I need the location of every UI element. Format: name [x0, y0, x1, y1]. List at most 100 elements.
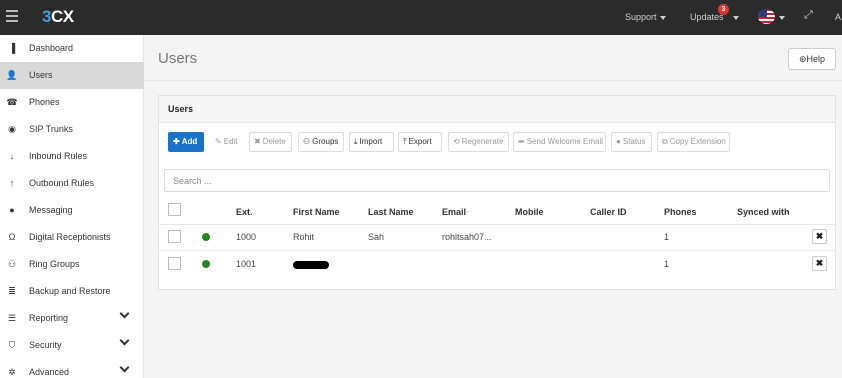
- add-button[interactable]: ✚ Add: [168, 132, 204, 152]
- regenerate-button[interactable]: ⟲ Regenerate: [448, 132, 509, 152]
- copy-extension-label: Copy Extension: [669, 137, 726, 146]
- cell-first-name: Rohit: [293, 232, 315, 242]
- export-label: Export: [408, 137, 432, 146]
- menu-icon[interactable]: [6, 10, 18, 24]
- column-header-email[interactable]: Email: [442, 207, 466, 217]
- user-menu[interactable]: A: [835, 12, 841, 22]
- sidebar-item-label: Inbound Rules: [29, 151, 88, 161]
- share-icon: ➦: [518, 137, 525, 146]
- language-flag-icon[interactable]: [758, 9, 775, 24]
- sidebar-item-label: Messaging: [29, 205, 73, 215]
- sidebar-item-users[interactable]: 👤 Users: [0, 62, 144, 89]
- column-header-ext[interactable]: Ext.: [236, 207, 253, 217]
- select-all-checkbox[interactable]: [168, 203, 181, 216]
- group-icon: ⚇: [7, 259, 17, 269]
- cell-phones: 1: [664, 259, 670, 269]
- cell-ext: 1001: [236, 259, 257, 269]
- redacted-name: [293, 261, 329, 269]
- sidebar-item-ring-groups[interactable]: ⚇ Ring Groups: [0, 251, 144, 278]
- panel-title: Users: [168, 104, 194, 114]
- chevron-down-icon: [119, 308, 130, 319]
- status-label: Status: [622, 137, 646, 146]
- globe-icon: ◉: [8, 124, 16, 134]
- import-label: Import: [359, 137, 383, 146]
- page-title: Users: [158, 50, 198, 67]
- row-delete-button[interactable]: ✖: [812, 256, 827, 271]
- sidebar-item-label: Digital Receptionists: [29, 232, 111, 242]
- sidebar-item-backup-and-restore[interactable]: ≣ Backup and Restore: [0, 278, 144, 305]
- copy-icon: ⧉: [662, 137, 668, 146]
- upload-icon: ⤒: [403, 137, 407, 146]
- sidebar-item-label: Reporting: [29, 313, 69, 323]
- sidebar-item-label: Ring Groups: [29, 259, 80, 269]
- copy-extension-button[interactable]: ⧉ Copy Extension: [657, 132, 730, 152]
- updates-menu[interactable]: Updates: [690, 12, 739, 22]
- headset-icon: Ω: [8, 232, 16, 242]
- delete-label: Delete: [262, 137, 286, 146]
- chevron-down-icon: [732, 15, 739, 20]
- sidebar-item-dashboard[interactable]: ▐ Dashboard: [0, 35, 144, 62]
- support-label: Support: [625, 12, 657, 22]
- list-icon: ☰: [7, 313, 17, 323]
- sidebar-item-digital-receptionists[interactable]: Ω Digital Receptionists: [0, 224, 144, 251]
- groups-button[interactable]: ⚇ Groups: [298, 132, 344, 152]
- column-header-last-name[interactable]: Last Name: [368, 207, 414, 217]
- cell-last-name: Sah: [368, 232, 385, 242]
- chevron-down-icon: [119, 335, 130, 346]
- sidebar-item-advanced[interactable]: ✲ Advanced: [0, 359, 144, 378]
- import-button[interactable]: ⤓ Import: [349, 132, 394, 152]
- arrow-down-icon: ↓: [9, 151, 15, 161]
- gear-icon: ✲: [8, 367, 16, 377]
- edit-button[interactable]: ✎ Edit: [210, 132, 243, 152]
- arrow-up-icon: ↑: [9, 178, 15, 188]
- edit-label: Edit: [223, 137, 238, 146]
- sidebar-item-outbound-rules[interactable]: ↑ Outbound Rules: [0, 170, 144, 197]
- page-header: Users ⊛Help: [144, 35, 842, 81]
- send-welcome-email-button[interactable]: ➦ Send Welcome Email: [513, 132, 606, 152]
- column-header-phones[interactable]: Phones: [664, 207, 697, 217]
- sidebar-item-sip-trunks[interactable]: ◉ SIP Trunks: [0, 116, 144, 143]
- user-icon: 👤: [6, 70, 18, 80]
- status-button[interactable]: ● Status: [611, 132, 652, 152]
- chevron-down-icon[interactable]: [779, 16, 785, 20]
- column-header-synced-with[interactable]: Synced with: [737, 207, 790, 217]
- sidebar-item-security[interactable]: ⛉ Security: [0, 332, 144, 359]
- close-icon: ✖: [815, 231, 824, 241]
- send-welcome-label: Send Welcome Email: [526, 137, 604, 146]
- help-button[interactable]: ⊛Help: [788, 48, 836, 70]
- bar-chart-icon: ▐: [8, 43, 16, 53]
- export-button[interactable]: ⤒ Export: [398, 132, 442, 152]
- groups-label: Groups: [312, 137, 339, 146]
- expand-icon[interactable]: ⤢: [804, 9, 813, 22]
- status-dot-icon: ●: [616, 137, 621, 146]
- refresh-icon: ⟲: [453, 137, 460, 146]
- chevron-down-icon: [119, 362, 130, 373]
- sidebar: ▐ Dashboard 👤 Users ☎ Phones ◉ SIP Trunk…: [0, 35, 144, 378]
- logo[interactable]: 3CX: [42, 7, 74, 27]
- row-checkbox[interactable]: [168, 230, 181, 243]
- sidebar-item-label: Dashboard: [29, 43, 74, 53]
- sidebar-item-inbound-rules[interactable]: ↓ Inbound Rules: [0, 143, 144, 170]
- updates-badge: 3: [718, 4, 729, 15]
- delete-button[interactable]: ✖ Delete: [249, 132, 292, 152]
- sidebar-item-reporting[interactable]: ☰ Reporting: [0, 305, 144, 332]
- shield-icon: ⛉: [8, 340, 16, 350]
- sidebar-item-messaging[interactable]: ● Messaging: [0, 197, 144, 224]
- add-label: Add: [181, 137, 198, 146]
- help-label: Help: [806, 54, 826, 64]
- sidebar-item-phones[interactable]: ☎ Phones: [0, 89, 144, 116]
- sidebar-item-label: SIP Trunks: [29, 124, 73, 134]
- divider: [158, 250, 836, 251]
- row-delete-button[interactable]: ✖: [812, 229, 827, 244]
- close-icon: ✖: [815, 258, 824, 268]
- column-header-mobile[interactable]: Mobile: [515, 207, 544, 217]
- support-menu[interactable]: Support: [625, 12, 666, 22]
- regenerate-label: Regenerate: [461, 137, 504, 146]
- search-input[interactable]: [164, 169, 830, 192]
- phone-icon: ☎: [6, 97, 18, 107]
- row-checkbox[interactable]: [168, 257, 181, 270]
- sidebar-item-label: Phones: [29, 97, 60, 107]
- column-header-caller-id[interactable]: Caller ID: [590, 207, 627, 217]
- column-header-first-name[interactable]: First Name: [293, 207, 340, 217]
- database-icon: ≣: [8, 286, 16, 296]
